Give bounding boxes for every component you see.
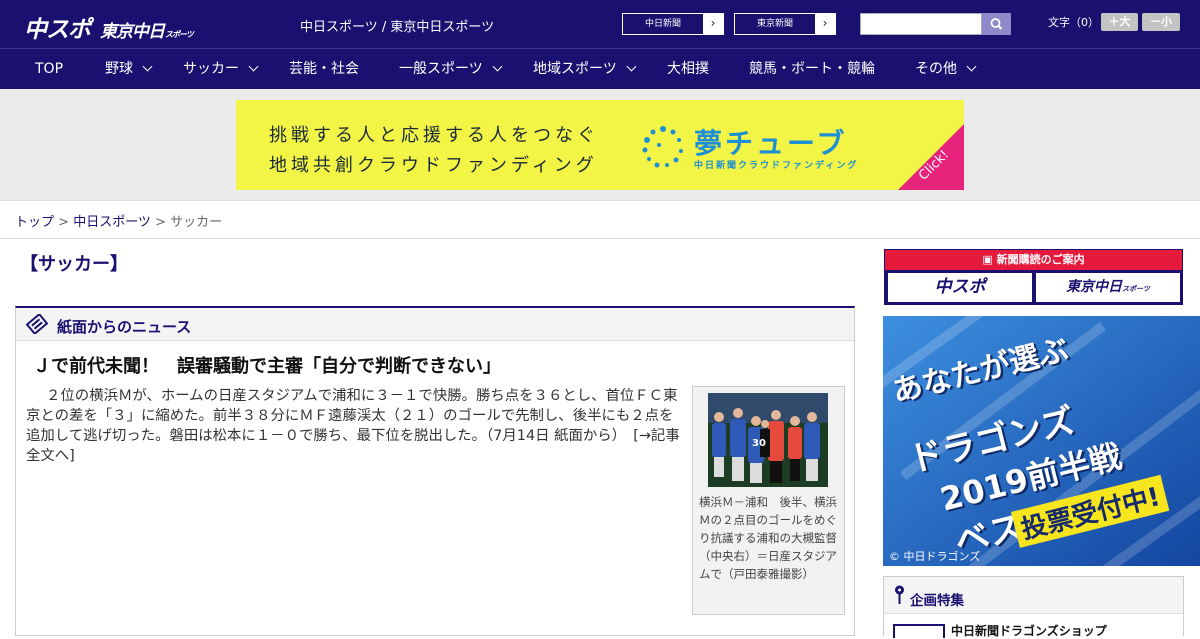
banner-area: 挑戦する人と応援する人をつなぐ 地域共創クラウドファンディング 夢チューブ 中日…: [0, 89, 1200, 201]
feature-thumb: [893, 624, 945, 638]
nav-baseball[interactable]: 野球: [105, 49, 153, 90]
nav-soccer[interactable]: サッカー: [183, 49, 259, 90]
nav-local-sports[interactable]: 地域スポーツ: [533, 49, 637, 90]
top-header: 中スポ 東京中日スポーツ 中日スポーツ / 東京中日スポーツ 中日新聞 › 東京新…: [0, 0, 1200, 48]
nav-general-sports[interactable]: 一般スポーツ: [399, 49, 503, 90]
page-title: 【サッカー】: [20, 254, 128, 275]
logo-tokyo-chunichi: 東京中日: [100, 22, 165, 42]
site-logo[interactable]: 中スポ 東京中日スポーツ: [24, 10, 194, 44]
newspaper-icon: [26, 314, 48, 334]
photo-caption: 横浜Ｍ－浦和 後半、横浜Ｍの２点目のゴールをめぐり抗議する浦和の大槻監督（中央右…: [699, 495, 837, 581]
chevron-down-icon: [142, 61, 153, 72]
crowdfunding-banner[interactable]: 挑戦する人と応援する人をつなぐ 地域共創クラウドファンディング 夢チューブ 中日…: [236, 100, 964, 190]
site-title-link[interactable]: 中日スポーツ / 東京中日スポーツ: [300, 16, 494, 35]
search-button[interactable]: [982, 13, 1011, 35]
newspaper-icon: ▣: [982, 253, 997, 266]
banner-line-2: 地域共創クラウドファンディング: [269, 155, 598, 176]
feature-box: 企画特集 中日新聞ドラゴンズショップ: [883, 576, 1184, 638]
tokyo-shimbun-label: 東京新聞: [756, 19, 793, 29]
subscription-title: 新聞購読のご案内: [996, 253, 1085, 266]
subscription-box: ▣ 新聞購読のご案内 中スポ 東京中日スポーツ: [884, 249, 1183, 305]
font-size-label: 文字（0）: [1048, 16, 1099, 29]
banner-brand-sub: 中日新聞クラウドファンディング: [694, 161, 859, 171]
nav-sumo[interactable]: 大相撲: [667, 49, 709, 90]
nav-label: 競馬・ボート・競輪: [749, 61, 875, 77]
breadcrumb-sep: >: [150, 215, 171, 230]
ad-credit: © 中日ドラゴンズ: [889, 550, 981, 563]
nav-label: 地域スポーツ: [533, 61, 617, 77]
chevron-down-icon: [626, 61, 637, 72]
tokyo-shimbun-button[interactable]: 東京新聞 ›: [734, 13, 836, 35]
main-nav: TOP 野球 サッカー 芸能・社会 一般スポーツ 地域スポーツ 大相撲 競馬・ボ…: [0, 48, 1200, 89]
feature-title: 企画特集: [910, 593, 964, 609]
feature-item[interactable]: 中日新聞ドラゴンズショップ: [884, 613, 1183, 638]
subscribe-tokyo-chunichi-button[interactable]: 東京中日スポーツ: [1036, 273, 1180, 302]
nav-label: 一般スポーツ: [399, 61, 483, 77]
breadcrumb: トップ > 中日スポーツ > サッカー: [15, 211, 222, 230]
breadcrumb-top[interactable]: トップ: [15, 215, 54, 230]
breadcrumb-chunichi-sports[interactable]: 中日スポーツ: [73, 215, 151, 230]
chunichi-shimbun-label: 中日新聞: [644, 19, 681, 29]
nav-entertainment[interactable]: 芸能・社会: [289, 49, 359, 90]
article-photo[interactable]: 30: [708, 393, 828, 487]
banner-brand: 夢チューブ: [694, 127, 848, 160]
chunichi-shimbun-button[interactable]: 中日新聞 ›: [622, 13, 724, 35]
search-icon: [990, 18, 1003, 30]
jersey-number: 30: [752, 438, 766, 449]
chevron-down-icon: [248, 61, 259, 72]
nav-label: 野球: [105, 61, 133, 77]
news-box: 紙面からのニュース Ｊで前代未聞！ 誤審騒動で主審「自分で判断できない」 ２位の…: [15, 306, 855, 636]
subscription-header: ▣ 新聞購読のご案内: [885, 250, 1182, 270]
chevron-right-icon: ›: [815, 14, 835, 34]
nav-label: その他: [915, 61, 957, 77]
nav-racing[interactable]: 競馬・ボート・競輪: [749, 49, 875, 90]
divider: [0, 238, 1200, 239]
nav-other[interactable]: その他: [915, 49, 977, 90]
breadcrumb-sep: >: [54, 215, 74, 230]
feature-item-label: 中日新聞ドラゴンズショップ: [951, 624, 1107, 638]
subscribe-tokyo-label: 東京中日: [1066, 279, 1123, 295]
soccer-photo-image: 30: [708, 393, 828, 487]
font-bigger-button[interactable]: ＋大: [1101, 13, 1138, 31]
search-input[interactable]: [860, 13, 982, 35]
chevron-down-icon: [966, 61, 977, 72]
nav-label: サッカー: [183, 61, 239, 77]
nav-top[interactable]: TOP: [35, 49, 63, 90]
nav-label: 大相撲: [667, 61, 709, 77]
breadcrumb-current: サッカー: [170, 215, 223, 230]
banner-line-1: 挑戦する人と応援する人をつなぐ: [269, 125, 599, 146]
chevron-right-icon: ›: [703, 14, 723, 34]
article-text: ２位の横浜Ｍが、ホームの日産スタジアムで浦和に３－１で快勝。勝ち点を３６とし、首…: [26, 388, 678, 444]
font-smaller-button[interactable]: －小: [1142, 13, 1180, 31]
logo-chuspo: 中スポ: [24, 17, 91, 43]
pin-icon: [895, 585, 904, 604]
logo-sports-suffix: スポーツ: [165, 30, 194, 39]
subscribe-chuspo-button[interactable]: 中スポ: [888, 273, 1032, 302]
nav-label: TOP: [35, 61, 64, 77]
article-body: ２位の横浜Ｍが、ホームの日産スタジアムで浦和に３－１で快勝。勝ち点を３６とし、首…: [26, 386, 686, 466]
news-box-header: 紙面からのニュース: [16, 308, 854, 341]
article-headline[interactable]: Ｊで前代未聞！ 誤審騒動で主審「自分で判断できない」: [33, 352, 501, 378]
nav-label: 芸能・社会: [289, 61, 359, 77]
subscribe-tokyo-suffix: スポーツ: [1122, 285, 1150, 293]
dragons-vote-ad[interactable]: あなたが選ぶ ドラゴンズ 2019前半戦 ベストシーン 投票受付中! © 中日ド…: [883, 316, 1200, 566]
dots-logo-icon: [642, 126, 683, 168]
photo-box: 30 横浜Ｍ－浦和 後半、横浜Ｍの２点目のゴールをめぐり抗議する浦和の大槻監督（…: [692, 386, 845, 615]
chevron-down-icon: [492, 61, 503, 72]
news-box-title: 紙面からのニュース: [57, 318, 192, 336]
